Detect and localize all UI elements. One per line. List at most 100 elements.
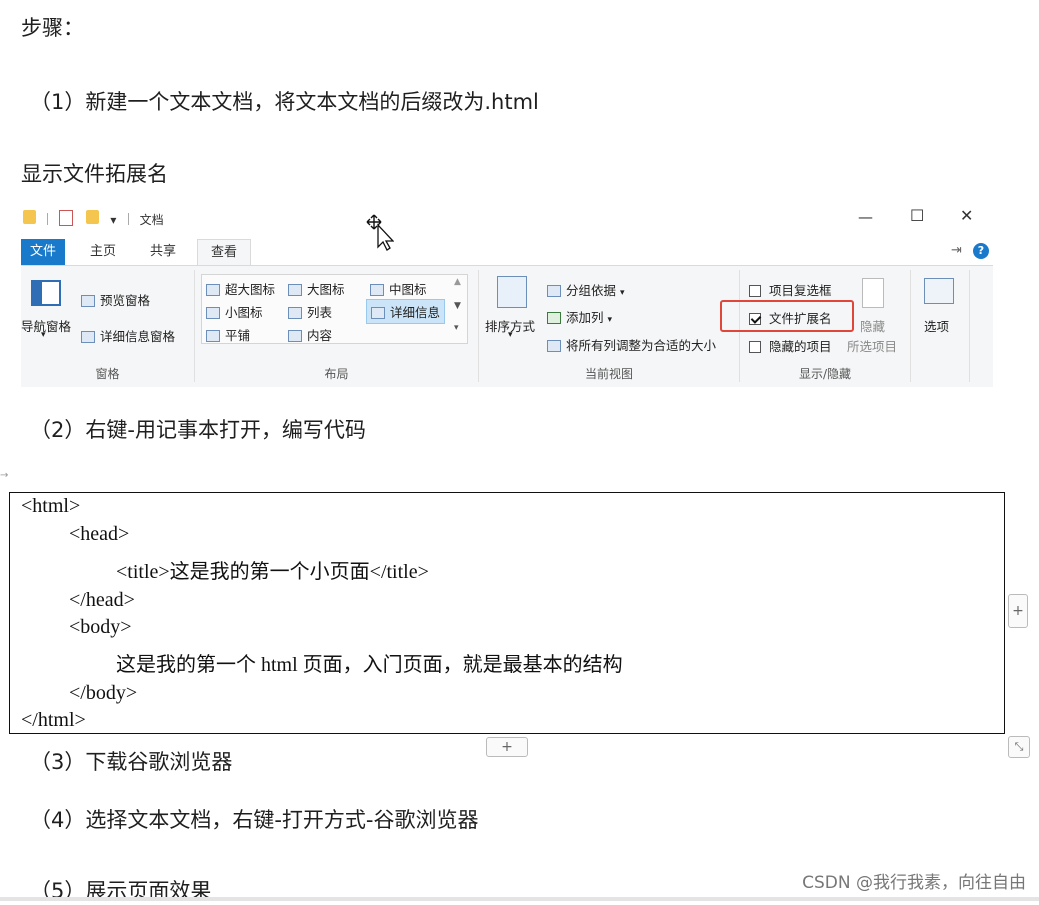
details-pane-label: 详细信息窗格 [100, 329, 176, 344]
size-columns-icon [547, 340, 561, 352]
folder-icon[interactable] [23, 210, 36, 224]
group-by-button[interactable]: 分组依据 ▾ [547, 280, 625, 299]
layout-gallery: 超大图标 大图标 中图标 小图标 列表 详细信息 平铺 内容 ▲ ▼ ▾ [201, 274, 468, 344]
item-checkboxes-label: 项目复选框 [769, 283, 832, 298]
small-icons-icon [206, 307, 220, 319]
toolbar-divider [127, 213, 129, 225]
pin-ribbon-icon[interactable]: ⇥ [951, 243, 962, 258]
layout-small-icons-label: 小图标 [225, 305, 263, 320]
highlight-box [720, 300, 854, 332]
properties-icon[interactable] [59, 210, 74, 226]
file-explorer-window: ▾ 文档 — ☐ ✕ 文件 主页 共享 查看 ⇥ ? 导航窗格 ▾ 预览窗格 详… [21, 203, 993, 387]
add-columns-dropdown-icon: ▾ [607, 315, 613, 325]
step-2: （2）右键-用记事本打开，编写代码 [30, 418, 366, 442]
code-line: 这是我的第一个 html 页面，入门页面，就是最基本的结构 [116, 654, 623, 676]
layout-tiles-label: 平铺 [225, 328, 251, 343]
sort-by-icon[interactable] [497, 276, 527, 308]
options-icon[interactable] [924, 278, 954, 304]
details-icon [371, 307, 385, 319]
details-pane-button[interactable]: 详细信息窗格 [81, 326, 175, 345]
new-folder-icon[interactable] [86, 210, 100, 224]
details-pane-icon [81, 331, 95, 343]
group-by-label: 分组依据 [566, 283, 617, 298]
large-icons-icon [288, 284, 302, 296]
gallery-scroll-down-icon[interactable]: ▼ [454, 301, 461, 311]
show-extension-heading: 显示文件拓展名 [21, 162, 168, 186]
layout-medium-icons[interactable]: 中图标 [370, 279, 427, 298]
steps-title: 步骤： [21, 16, 84, 40]
close-button[interactable]: ✕ [960, 206, 973, 225]
sort-by-dropdown-icon[interactable]: ▾ [508, 330, 513, 340]
options-button[interactable]: 选项 [924, 316, 949, 335]
minimize-button[interactable]: — [858, 208, 873, 226]
customize-toolbar-icon[interactable]: ▾ [110, 213, 116, 227]
panes-group-label: 窗格 [95, 367, 120, 381]
hidden-items-label: 隐藏的项目 [769, 339, 832, 354]
extra-large-icons-icon [206, 284, 220, 296]
layout-small-icons[interactable]: 小图标 [206, 302, 263, 321]
tab-view[interactable]: 查看 [197, 239, 251, 266]
code-line: </body> [69, 682, 138, 704]
maximize-button[interactable]: ☐ [910, 206, 924, 225]
add-columns-button[interactable]: 添加列 ▾ [547, 307, 612, 326]
show-hide-group-label: 显示/隐藏 [798, 367, 852, 381]
step-1: （1）新建一个文本文档，将文本文档的后缀改为.html [30, 90, 539, 114]
item-checkboxes-checkbox [749, 285, 761, 297]
step-4: （4）选择文本文档，右键-打开方式-谷歌浏览器 [30, 808, 479, 832]
content-icon [288, 330, 302, 342]
layout-large-icons[interactable]: 大图标 [288, 279, 345, 298]
size-columns-label: 将所有列调整为合适的大小 [566, 338, 717, 353]
layout-medium-icons-label: 中图标 [389, 282, 427, 297]
layout-extra-large-icons[interactable]: 超大图标 [206, 279, 275, 298]
item-checkboxes-toggle[interactable]: 项目复选框 [749, 280, 832, 299]
ribbon-panel: 导航窗格 ▾ 预览窗格 详细信息窗格 窗格 超大图标 大图标 中图标 小图标 列… [21, 265, 993, 387]
preview-pane-label: 预览窗格 [100, 293, 151, 308]
hide-selected-label-2[interactable]: 所选项目 [847, 336, 897, 355]
layout-list-label: 列表 [307, 305, 333, 320]
tab-file[interactable]: 文件 [21, 239, 65, 265]
add-column-button[interactable]: + [1008, 594, 1028, 628]
preview-pane-icon [81, 295, 95, 307]
anchor-marker-icon: → [0, 470, 9, 481]
layout-content-label: 内容 [307, 328, 333, 343]
layout-tiles[interactable]: 平铺 [206, 325, 250, 344]
code-line: <html> [21, 495, 81, 517]
add-columns-label: 添加列 [566, 310, 604, 325]
resize-table-icon[interactable]: ⤡ [1008, 736, 1030, 758]
layout-details[interactable]: 详细信息 [366, 299, 446, 324]
step-3: （3）下载谷歌浏览器 [30, 750, 233, 774]
navigation-pane-button[interactable]: 导航窗格 [21, 316, 71, 335]
code-block: <html> <head> <title>这是我的第一个小页面</title> … [9, 492, 1005, 734]
code-line: </head> [69, 589, 135, 611]
preview-pane-button[interactable]: 预览窗格 [81, 290, 150, 309]
gallery-more-icon[interactable]: ▾ [454, 323, 459, 333]
layout-group-label: 布局 [324, 367, 349, 381]
layout-large-icons-label: 大图标 [307, 282, 345, 297]
tab-share[interactable]: 共享 [141, 239, 185, 265]
navigation-pane-dropdown-icon[interactable]: ▾ [41, 330, 46, 340]
group-by-dropdown-icon: ▾ [620, 288, 625, 298]
hide-selected-icon[interactable] [862, 278, 884, 308]
code-line: <body> [69, 616, 132, 638]
window-title: 文档 [139, 213, 164, 227]
size-columns-button[interactable]: 将所有列调整为合适的大小 [547, 335, 716, 354]
code-line: <head> [69, 523, 130, 545]
ribbon-tabs: 文件 主页 共享 查看 ⇥ ? [21, 239, 993, 266]
gallery-scroll-up-icon[interactable]: ▲ [454, 277, 461, 287]
page-bottom-edge [0, 897, 1039, 901]
layout-list[interactable]: 列表 [288, 302, 332, 321]
code-line: </html> [21, 709, 86, 731]
help-icon[interactable]: ? [973, 243, 989, 259]
hidden-items-toggle[interactable]: 隐藏的项目 [749, 336, 832, 355]
code-line: <title>这是我的第一个小页面</title> [116, 561, 429, 583]
group-by-icon [547, 285, 561, 297]
medium-icons-icon [370, 284, 384, 296]
layout-content[interactable]: 内容 [288, 325, 332, 344]
csdn-watermark: CSDN @我行我素，向往自由 [802, 873, 1026, 893]
navigation-pane-icon[interactable] [31, 280, 61, 306]
tiles-icon [206, 330, 220, 342]
tab-home[interactable]: 主页 [81, 239, 125, 265]
layout-extra-large-icons-label: 超大图标 [225, 282, 276, 297]
add-row-button[interactable]: + [486, 737, 528, 757]
hide-selected-label-1[interactable]: 隐藏 [860, 316, 885, 335]
